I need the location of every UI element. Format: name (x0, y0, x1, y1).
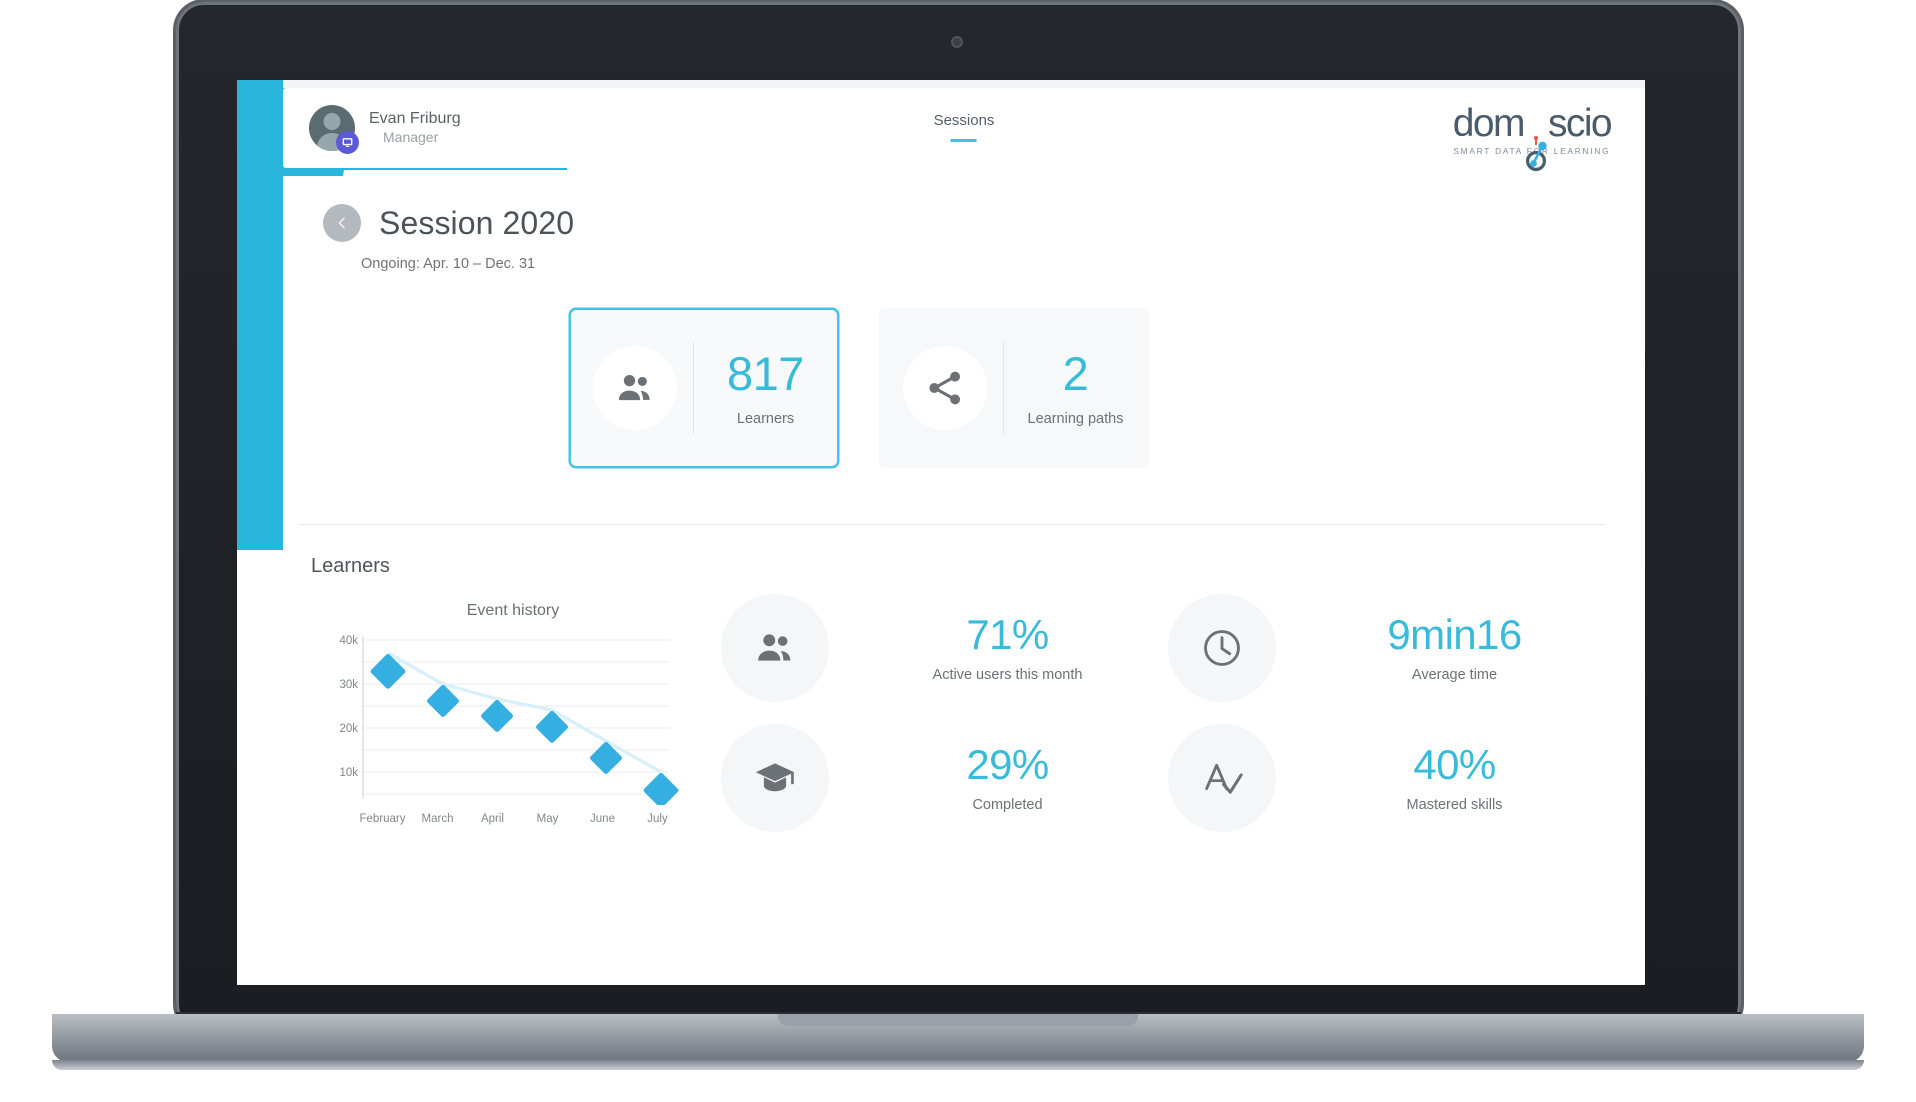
metric-value: 29% (966, 740, 1049, 788)
laptop-screen: Evan Friburg Manager Sessions dom scio S… (237, 80, 1645, 985)
avatar-wrapper (309, 105, 359, 154)
kpi-card-learning-paths[interactable]: 2 Learning paths (879, 308, 1149, 468)
kpi-card-learners[interactable]: 817 Learners (569, 308, 839, 468)
nav-active-underline (951, 139, 977, 142)
section-divider (299, 524, 1605, 525)
page-title: Session 2020 (379, 204, 575, 241)
metric-average-time: 9min16 Average time (1168, 594, 1615, 702)
metric-text-group: 40% Mastered skills (1294, 740, 1615, 814)
metric-label: Mastered skills (1406, 797, 1503, 814)
svg-text:40k: 40k (339, 635, 358, 647)
metric-completed: 29% Completed (721, 724, 1168, 832)
metric-active-users: 71% Active users this month (721, 594, 1168, 702)
kpi-value: 2 (1062, 347, 1089, 401)
nav-item-sessions[interactable]: Sessions (934, 112, 995, 136)
app-header: Evan Friburg Manager Sessions dom scio S… (283, 88, 1645, 171)
laptop-foot (52, 1060, 1864, 1070)
event-history-chart: Event history 40k 30k 20k 10k February M… (297, 588, 697, 832)
svg-text:20k: 20k (339, 723, 358, 735)
clock-icon (1168, 594, 1276, 702)
user-name: Evan Friburg (369, 109, 461, 127)
page-header: Session 2020 (283, 176, 1645, 242)
metric-label: Average time (1411, 667, 1498, 684)
people-icon (721, 594, 829, 702)
topbar-strip (283, 80, 1645, 88)
metric-text-group: 9min16 Average time (1294, 610, 1615, 684)
learners-section-body: Event history 40k 30k 20k 10k February M… (283, 588, 1645, 832)
chart-x-label: May (536, 813, 559, 825)
chart-x-label: March (421, 813, 454, 825)
laptop-trackpad-notch (778, 1014, 1138, 1026)
page-subtitle: Ongoing: Apr. 10 – Dec. 31 (361, 256, 536, 272)
main-nav: Sessions (934, 112, 995, 142)
app-window: Evan Friburg Manager Sessions dom scio S… (237, 80, 1645, 985)
chart-x-label: June (590, 813, 615, 825)
kpi-value: 817 (727, 347, 804, 401)
metric-label: Completed (972, 797, 1043, 814)
a-check-icon (1168, 724, 1276, 832)
screenshot-stage: Evan Friburg Manager Sessions dom scio S… (0, 0, 1916, 1102)
webcam-icon (951, 36, 963, 48)
logo-text-part-1: dom (1452, 102, 1526, 145)
graduation-cap-icon (721, 724, 829, 832)
share-icon (903, 346, 987, 430)
chart-x-label: February (359, 813, 406, 825)
metric-mastered-skills: 40% Mastered skills (1168, 724, 1615, 832)
kpi-card-row: 817 Learners 2 Learning paths (569, 308, 1645, 468)
user-profile[interactable]: Evan Friburg Manager (309, 105, 461, 154)
svg-text:10k: 10k (339, 767, 358, 779)
chart-svg: 40k 30k 20k 10k (339, 635, 679, 805)
back-button[interactable] (323, 204, 361, 242)
chart-markers (370, 654, 679, 805)
metric-value: 9min16 (1387, 610, 1522, 658)
learner-metrics-grid: 71% Active users this month 9min16 Avera… (697, 588, 1645, 832)
user-identity: Evan Friburg Manager (369, 109, 461, 147)
chart-x-tick-labels: February March April May June July (355, 813, 685, 825)
logo-text-part-2: scio (1548, 102, 1613, 145)
chevron-left-icon (338, 217, 345, 229)
logo-wordmark: dom scio (1452, 102, 1613, 171)
chart-x-label: April (480, 813, 504, 825)
chart-title: Event history (466, 602, 560, 619)
desktop-monitor-icon (336, 131, 359, 154)
metric-value: 71% (966, 610, 1049, 658)
section-title-learners: Learners (311, 555, 390, 577)
kpi-text-group: 2 Learning paths (1004, 347, 1147, 427)
kpi-label: Learning paths (1027, 410, 1124, 427)
metric-text-group: 71% Active users this month (847, 610, 1168, 684)
svg-text:30k: 30k (339, 679, 358, 691)
people-icon (593, 346, 677, 430)
metric-value: 40% (1413, 740, 1496, 788)
page-content: Session 2020 Ongoing: Apr. 10 – Dec. 31 (283, 176, 1645, 985)
metric-text-group: 29% Completed (847, 740, 1168, 814)
kpi-label: Learners (736, 410, 795, 427)
chart-y-tick-labels: 40k 30k 20k 10k (339, 635, 358, 779)
metric-label: Active users this month (932, 667, 1083, 684)
user-role: Manager (383, 129, 439, 146)
brand-logo[interactable]: dom scio SMART DATA FOR LEARNING (1452, 102, 1613, 171)
kpi-text-group: 817 Learners (694, 347, 837, 427)
chart-x-label: July (647, 813, 668, 825)
chart-line (387, 651, 662, 774)
chart-plot-area: 40k 30k 20k 10k (317, 630, 697, 805)
